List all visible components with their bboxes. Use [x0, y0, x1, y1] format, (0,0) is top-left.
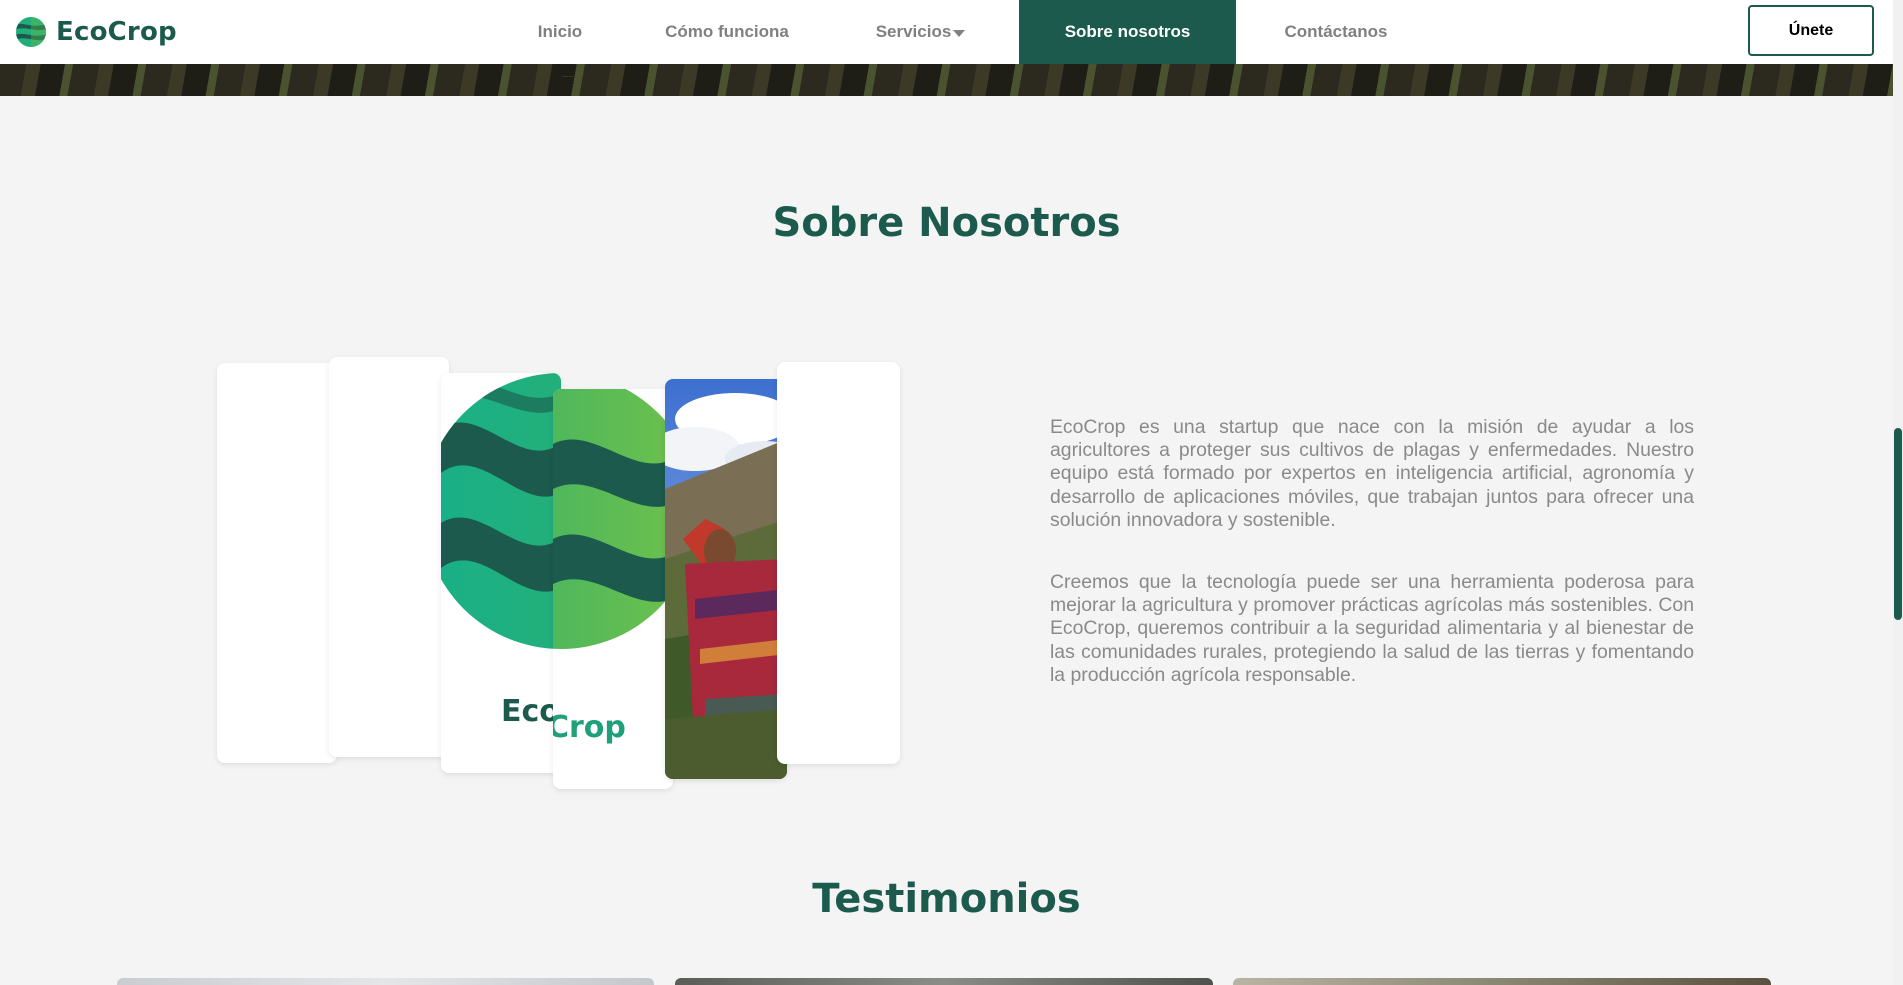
brand-name: EcoCrop	[56, 17, 177, 47]
nav-item-inicio[interactable]: Inicio	[488, 0, 632, 64]
paragraph-text: EcoCrop es una startup que nace con la m…	[1050, 416, 1694, 531]
about-paragraph-1: EcoCrop es una startup que nace con la m…	[1050, 416, 1694, 532]
gallery-card[interactable]	[777, 362, 900, 764]
gallery-card-farmer-photo[interactable]	[665, 379, 787, 779]
navbar: EcoCrop Inicio Cómo funciona Servicios S…	[0, 0, 1893, 64]
gallery-card[interactable]	[217, 363, 337, 763]
svg-text:Crop: Crop	[553, 710, 626, 745]
nav-item-sobre-nosotros[interactable]: Sobre nosotros	[1019, 0, 1236, 64]
gallery-card[interactable]	[329, 357, 449, 757]
ecocrop-logo-image: Eco	[441, 373, 561, 729]
nav-label: Servicios	[875, 22, 952, 41]
testimonial-card[interactable]	[117, 978, 654, 985]
scrollbar-thumb[interactable]	[1894, 428, 1902, 620]
brand[interactable]: EcoCrop	[15, 14, 177, 50]
farmer-photo	[665, 379, 787, 779]
nav-item-contactanos[interactable]: Contáctanos	[1236, 0, 1436, 64]
nav-label: Inicio	[537, 22, 583, 41]
hero-image-strip	[0, 64, 1893, 96]
nav-item-como-funciona[interactable]: Cómo funciona	[632, 0, 822, 64]
nav-links: Inicio Cómo funciona Servicios Sobre nos…	[488, 0, 1436, 64]
nav-label: Cómo funciona	[665, 22, 789, 41]
gallery-card-logo-left[interactable]: Eco	[441, 373, 561, 773]
globe-leaf-icon	[16, 17, 46, 47]
nav-label: Sobre nosotros	[1064, 22, 1191, 41]
about-title: Sobre Nosotros	[772, 200, 1121, 246]
testimonials-title: Testimonios	[812, 876, 1081, 922]
join-button[interactable]: Únete	[1748, 5, 1874, 56]
nav-label: Contáctanos	[1284, 22, 1388, 41]
caret-down-icon	[953, 29, 966, 37]
about-paragraph-2: Creemos que la tecnología puede ser una …	[1050, 571, 1694, 687]
nav-item-servicios[interactable]: Servicios	[822, 0, 1019, 64]
paragraph-text: Creemos que la tecnología puede ser una …	[1050, 571, 1694, 686]
svg-text:Eco: Eco	[501, 694, 560, 729]
testimonial-card[interactable]	[1233, 978, 1771, 985]
gallery-card-logo-right[interactable]: Crop	[553, 389, 673, 789]
testimonial-card[interactable]	[675, 978, 1213, 985]
ecocrop-logo-image: Crop	[553, 389, 673, 745]
